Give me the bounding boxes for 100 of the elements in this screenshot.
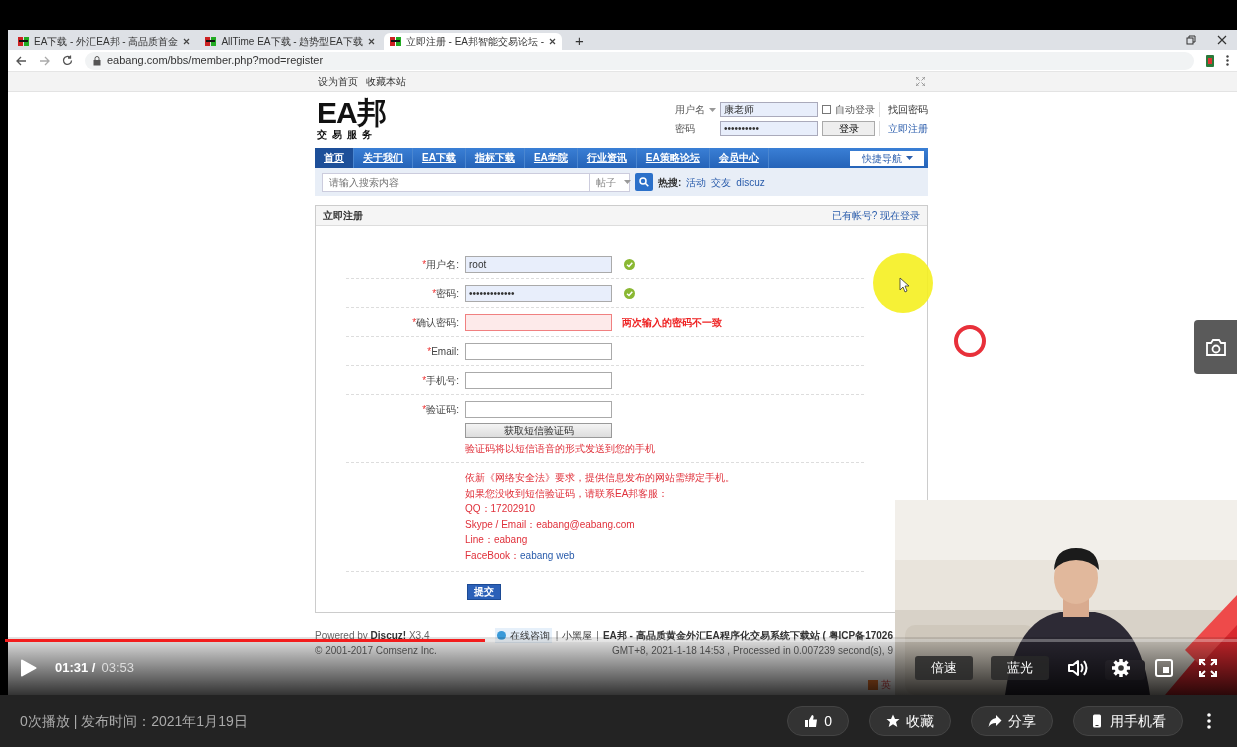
star-icon bbox=[886, 714, 900, 728]
auto-login-checkbox[interactable]: 自动登录 bbox=[822, 102, 875, 117]
nav-item[interactable]: 首页 bbox=[315, 148, 354, 168]
extension-icon[interactable] bbox=[1206, 54, 1214, 67]
phone-icon bbox=[1090, 714, 1104, 728]
top-link[interactable]: 收藏本站 bbox=[366, 74, 406, 89]
ime-text: 英 bbox=[881, 678, 891, 692]
picture-in-picture-icon[interactable] bbox=[1155, 659, 1173, 677]
notice-text: Skype / Email：eabang@eabang.com bbox=[465, 517, 636, 532]
more-icon[interactable] bbox=[1207, 713, 1211, 729]
favicon-icon bbox=[18, 36, 29, 47]
required-mark: * bbox=[427, 345, 432, 357]
required-mark: * bbox=[422, 258, 427, 270]
login-button[interactable]: 登录 bbox=[822, 121, 875, 136]
search-icon bbox=[639, 177, 649, 187]
search-button[interactable] bbox=[635, 173, 653, 191]
chat-icon bbox=[496, 631, 506, 640]
sms-hint: 验证码将以短信语音的形式发送到您的手机 bbox=[465, 442, 656, 456]
browser-tab[interactable]: AllTime EA下载 - 趋势型EA下载 bbox=[199, 33, 381, 50]
hot-search-link[interactable]: 活动 bbox=[686, 174, 707, 190]
progress-track[interactable] bbox=[5, 639, 1237, 642]
favicon-icon bbox=[389, 36, 401, 47]
password-label: 密码 bbox=[675, 122, 696, 136]
current-time: 01:31 / bbox=[55, 659, 96, 678]
stats-text: GMT+8, 2021-1-18 14:53 , Processed in 0.007239 second(s), 9 bbox=[612, 644, 893, 658]
field-label: 确认密码: bbox=[416, 316, 459, 328]
like-button[interactable]: 0 bbox=[787, 706, 849, 736]
lock-icon bbox=[93, 55, 101, 66]
separator-text: | bbox=[596, 629, 599, 643]
blackroom-link[interactable]: 小黑屋 bbox=[562, 628, 593, 643]
forgot-password-link[interactable]: 找回密码 bbox=[879, 102, 928, 117]
consult-link[interactable]: 在线咨询 bbox=[494, 628, 552, 643]
close-icon[interactable] bbox=[549, 38, 557, 45]
close-icon[interactable] bbox=[183, 38, 191, 45]
address-bar[interactable]: eabang.com/bbs/member.php?mod=register bbox=[85, 51, 1194, 70]
restore-icon[interactable] bbox=[1186, 35, 1196, 45]
required-mark: * bbox=[432, 287, 437, 299]
submit-button[interactable]: 提交 bbox=[467, 584, 501, 600]
favicon-icon bbox=[205, 36, 217, 47]
caret-icon[interactable] bbox=[624, 180, 631, 184]
field-label: 验证码: bbox=[426, 404, 459, 415]
input-field[interactable] bbox=[465, 401, 612, 418]
password-field[interactable]: •••••••••• bbox=[720, 121, 818, 136]
search-field[interactable]: 请输入搜索内容 bbox=[322, 172, 590, 192]
site-title: EA邦 - 高品质黄金外汇EA程序化交易系统下载站 ( 粤ICP备17026 bbox=[602, 629, 893, 643]
back-icon[interactable] bbox=[16, 55, 27, 66]
input-field[interactable] bbox=[465, 371, 612, 389]
top-link[interactable]: 设为首页 bbox=[318, 74, 358, 89]
close-icon[interactable] bbox=[367, 38, 375, 45]
separator-text: | bbox=[555, 629, 559, 643]
settings-icon[interactable] bbox=[1111, 658, 1131, 678]
speed-button[interactable]: 倍速 bbox=[915, 656, 973, 680]
input-field[interactable]: ••••••••••••• bbox=[465, 284, 612, 302]
hot-search-link[interactable]: discuz bbox=[736, 174, 765, 190]
quality-button[interactable]: 蓝光 bbox=[991, 656, 1049, 680]
play-icon[interactable] bbox=[20, 659, 37, 677]
panel-title: 立即注册 bbox=[323, 209, 363, 223]
input-field[interactable] bbox=[465, 313, 612, 331]
required-mark: * bbox=[422, 404, 427, 415]
quick-nav-button[interactable]: 快捷导航 bbox=[850, 150, 924, 166]
share-icon bbox=[988, 714, 1002, 728]
close-icon[interactable] bbox=[1217, 35, 1227, 45]
site-logo[interactable]: EA邦 交易服务 bbox=[315, 98, 386, 140]
menu-icon[interactable] bbox=[1226, 55, 1229, 66]
screenshot-button[interactable] bbox=[1194, 320, 1237, 374]
browser-tab[interactable]: 立即注册 - EA邦智能交易论坛 - bbox=[383, 33, 563, 50]
notice-text: FaceBook： bbox=[465, 549, 521, 561]
share-button[interactable]: 分享 bbox=[971, 706, 1053, 736]
search-scope-select[interactable]: 帖子 bbox=[590, 172, 630, 192]
notice-text: Line：eabang bbox=[465, 533, 529, 547]
browser-tab[interactable]: EA下载 - 外汇EA邦 - 高品质首金 bbox=[12, 33, 197, 50]
notice-text: 如果您没收到短信验证码，请联系EA邦客服： bbox=[465, 486, 670, 501]
new-tab-button[interactable]: + bbox=[575, 32, 584, 50]
input-field[interactable] bbox=[465, 342, 612, 360]
cursor-highlight bbox=[872, 252, 934, 314]
ime-icon[interactable] bbox=[868, 679, 878, 690]
hot-search-link[interactable]: 交友 bbox=[711, 174, 732, 190]
register-link[interactable]: 立即注册 bbox=[879, 121, 928, 136]
facebook-link[interactable]: eabang web bbox=[520, 549, 575, 561]
volume-icon[interactable] bbox=[1067, 658, 1089, 678]
reload-icon[interactable] bbox=[62, 55, 73, 66]
click-ring bbox=[953, 324, 987, 358]
field-label: Email: bbox=[431, 345, 459, 357]
video-meta-text: 0次播放 | 发布时间：2021年1月19日 bbox=[20, 711, 248, 731]
notice-text: 依新《网络安全法》要求，提供信息发布的网站需绑定手机。 bbox=[465, 471, 736, 485]
input-field[interactable]: root bbox=[465, 255, 612, 273]
sms-code-button[interactable]: 获取短信验证码 bbox=[465, 423, 612, 438]
field-label: 密码: bbox=[436, 287, 459, 299]
required-mark: * bbox=[412, 316, 417, 328]
caret-icon[interactable] bbox=[905, 156, 913, 160]
error-message: 两次输入的密码不一致 bbox=[622, 315, 722, 330]
notice-text: QQ：17202910 bbox=[465, 502, 537, 516]
thumbs-up-icon bbox=[804, 714, 819, 728]
hot-search-label: 热搜: bbox=[658, 175, 682, 190]
mobile-view-button[interactable]: 用手机看 bbox=[1073, 706, 1183, 736]
username-field[interactable]: 康老师 bbox=[720, 102, 818, 117]
username-label: 用户名 bbox=[675, 103, 705, 117]
caret-icon[interactable] bbox=[709, 107, 716, 112]
favorite-button[interactable]: 收藏 bbox=[869, 706, 951, 736]
login-link[interactable]: 已有帐号? 现在登录 bbox=[831, 208, 920, 223]
